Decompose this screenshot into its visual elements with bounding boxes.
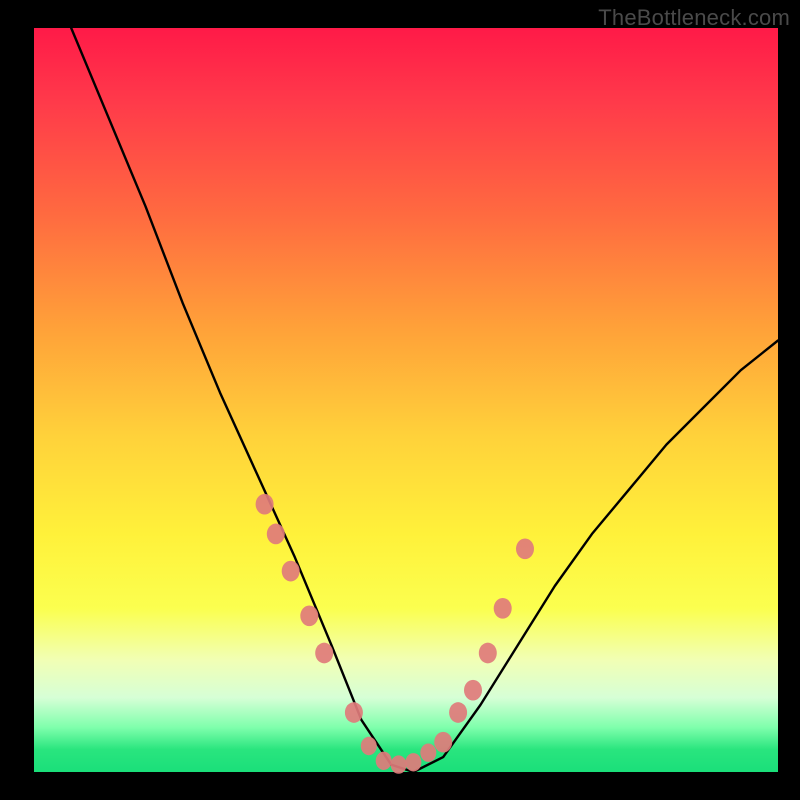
marker-dot <box>494 598 512 619</box>
marker-dot <box>405 753 421 771</box>
bottleneck-curve <box>71 28 778 772</box>
marker-dot <box>479 643 497 664</box>
marker-dot <box>345 702 363 723</box>
chart-svg <box>0 0 800 800</box>
marker-dot <box>361 737 377 755</box>
marker-dot <box>464 680 482 701</box>
marker-dot <box>420 744 436 762</box>
marker-dot <box>256 494 274 515</box>
marker-dot <box>282 561 300 582</box>
marker-dot <box>267 524 285 545</box>
outer-frame: TheBottleneck.com <box>0 0 800 800</box>
marker-dot <box>391 755 407 773</box>
marker-dot <box>434 732 452 753</box>
marker-dot <box>315 643 333 664</box>
marker-dot <box>516 538 534 559</box>
marker-dot <box>300 605 318 626</box>
watermark-text: TheBottleneck.com <box>598 5 790 31</box>
marker-dot <box>376 752 392 770</box>
marker-dot <box>449 702 467 723</box>
